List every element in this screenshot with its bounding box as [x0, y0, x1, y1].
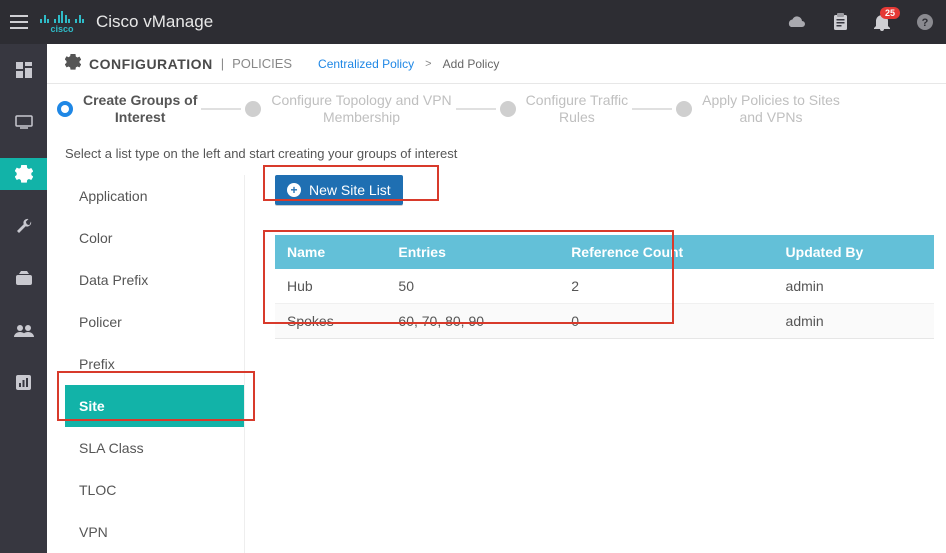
config-section: CONFIGURATION: [89, 56, 213, 72]
wizard-step-4[interactable]: Apply Policies to Sites and VPNs: [676, 92, 840, 126]
list-type-prefix[interactable]: Prefix: [65, 343, 244, 385]
bell-icon[interactable]: 25: [874, 13, 890, 31]
step-label-line: and VPNs: [702, 109, 840, 126]
rail-admin-icon[interactable]: [0, 314, 47, 346]
col-refcount[interactable]: Reference Count: [559, 235, 773, 269]
topbar-icons: 25 ?: [787, 13, 934, 31]
step-label-line: Configure Topology and VPN: [271, 92, 451, 109]
site-list-table: Name Entries Reference Count Updated By …: [275, 235, 934, 339]
step-label: Create Groups of Interest: [83, 92, 197, 126]
cell-name: Hub: [275, 269, 386, 304]
cisco-logo: cisco: [40, 10, 84, 34]
table-header-row: Name Entries Reference Count Updated By: [275, 235, 934, 269]
step-indicator: [245, 101, 261, 117]
header-separator: |: [221, 56, 224, 71]
config-subsection: POLICIES: [232, 56, 292, 71]
new-button-label: New Site List: [309, 182, 391, 198]
clipboard-icon[interactable]: [833, 13, 848, 31]
step-label-line: Rules: [526, 109, 628, 126]
menu-icon[interactable]: [10, 15, 28, 29]
list-type-color[interactable]: Color: [65, 217, 244, 259]
notification-badge: 25: [880, 7, 900, 19]
cell-refcount: 0: [559, 303, 773, 338]
list-type-sla-class[interactable]: SLA Class: [65, 427, 244, 469]
step-label-line: Apply Policies to Sites: [702, 92, 840, 109]
rail-analytics-icon[interactable]: [0, 366, 47, 398]
cell-updated-by: admin: [774, 269, 934, 304]
step-label: Apply Policies to Sites and VPNs: [702, 92, 840, 126]
cisco-logo-text: cisco: [40, 24, 84, 34]
hint-text: Select a list type on the left and start…: [47, 136, 946, 175]
rail-dashboard-icon[interactable]: [0, 54, 47, 86]
config-header: CONFIGURATION | POLICIES Centralized Pol…: [47, 44, 946, 84]
rail-tools-icon[interactable]: [0, 210, 47, 242]
col-updated-by[interactable]: Updated By: [774, 235, 934, 269]
cell-entries[interactable]: 60, 70, 80, 90: [386, 303, 559, 338]
step-indicator: [500, 101, 516, 117]
brand: cisco Cisco vManage: [40, 10, 213, 34]
rail-configuration-icon[interactable]: [0, 158, 47, 190]
svg-text:?: ?: [922, 17, 929, 29]
cloud-icon[interactable]: [787, 15, 807, 29]
cell-updated-by: admin: [774, 303, 934, 338]
list-type-application[interactable]: Application: [65, 175, 244, 217]
col-name[interactable]: Name: [275, 235, 386, 269]
top-bar: cisco Cisco vManage 25 ?: [0, 0, 946, 44]
list-type-vpn[interactable]: VPN: [65, 511, 244, 553]
gear-icon: [65, 54, 81, 73]
step-label-line: Configure Traffic: [526, 92, 628, 109]
help-icon[interactable]: ?: [916, 13, 934, 31]
list-type-data-prefix[interactable]: Data Prefix: [65, 259, 244, 301]
wizard-steps: Create Groups of Interest Configure Topo…: [47, 84, 946, 136]
step-indicator: [676, 101, 692, 117]
col-entries[interactable]: Entries: [386, 235, 559, 269]
step-connector: [201, 108, 241, 110]
rail-maintenance-icon[interactable]: [0, 262, 47, 294]
plus-icon: +: [287, 183, 301, 197]
list-type-sidebar: Application Color Data Prefix Policer Pr…: [65, 175, 245, 553]
list-type-site[interactable]: Site: [65, 385, 244, 427]
app-title: Cisco vManage: [96, 12, 213, 32]
left-rail: [0, 44, 47, 553]
step-label-line: Membership: [271, 109, 451, 126]
chevron-right-icon: >: [422, 58, 435, 70]
step-label: Configure Traffic Rules: [526, 92, 628, 126]
wizard-step-3[interactable]: Configure Traffic Rules: [500, 92, 628, 126]
cell-refcount: 2: [559, 269, 773, 304]
table-row[interactable]: Spokes 60, 70, 80, 90 0 admin: [275, 303, 934, 338]
step-label: Configure Topology and VPN Membership: [271, 92, 451, 126]
table-row[interactable]: Hub 50 2 admin: [275, 269, 934, 304]
step-label-line: Interest: [83, 109, 197, 126]
breadcrumb-link[interactable]: Centralized Policy: [318, 57, 414, 71]
step-connector: [456, 108, 496, 110]
wizard-step-1[interactable]: Create Groups of Interest: [57, 92, 197, 126]
list-type-policer[interactable]: Policer: [65, 301, 244, 343]
wizard-step-2[interactable]: Configure Topology and VPN Membership: [245, 92, 451, 126]
step-label-line: Create Groups of: [83, 92, 197, 109]
cell-name: Spokes: [275, 303, 386, 338]
list-type-tloc[interactable]: TLOC: [65, 469, 244, 511]
main: CONFIGURATION | POLICIES Centralized Pol…: [47, 44, 946, 553]
new-site-list-button[interactable]: + New Site List: [275, 175, 403, 205]
content-area: + New Site List Name Entries Reference C…: [257, 175, 946, 553]
step-connector: [632, 108, 672, 110]
cell-entries[interactable]: 50: [386, 269, 559, 304]
rail-monitor-icon[interactable]: [0, 106, 47, 138]
step-indicator-active: [57, 101, 73, 117]
breadcrumb-current: Add Policy: [443, 57, 500, 71]
